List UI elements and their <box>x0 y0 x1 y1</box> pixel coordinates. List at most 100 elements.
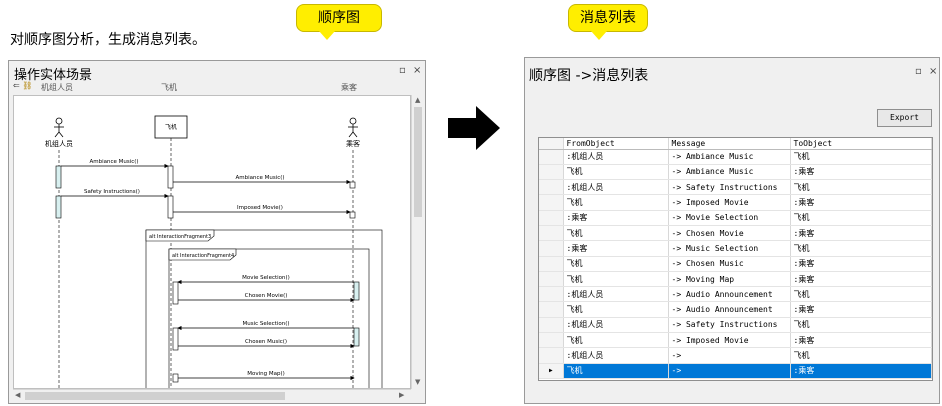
message-cell[interactable]: -> Safety Instructions <box>668 179 791 196</box>
to-cell[interactable]: :乘客 <box>790 225 932 242</box>
close-icon[interactable]: × <box>413 65 421 76</box>
from-cell[interactable]: :乘客 <box>563 240 669 257</box>
message-cell[interactable]: -> Moving Map <box>668 271 791 288</box>
table-row[interactable]: 飞机 -> Chosen Movie:乘客 <box>539 225 932 242</box>
from-cell[interactable]: 飞机 <box>563 194 669 211</box>
from-cell[interactable]: :机组人员 <box>563 149 669 165</box>
to-cell[interactable]: 飞机 <box>790 179 932 196</box>
message-9[interactable]: Moving Map() <box>178 371 355 381</box>
message-7[interactable]: Music Selection() <box>177 321 354 331</box>
scroll-down-icon[interactable]: ▼ <box>415 378 420 386</box>
to-cell[interactable]: :乘客 <box>790 194 932 211</box>
message-cell[interactable]: -> Movie Selection <box>668 210 791 226</box>
table-row[interactable]: 飞机 -> Moving Map:乘客 <box>539 271 932 288</box>
from-cell[interactable]: 飞机 <box>563 256 669 272</box>
to-cell[interactable]: :乘客 <box>790 363 932 379</box>
column-header-to[interactable]: ToObject <box>790 138 932 150</box>
message-4[interactable]: Imposed Movie() <box>173 205 351 215</box>
message-grid[interactable]: FromObject Message ToObject :机组人员 -> Ambi… <box>538 137 933 381</box>
message-cell[interactable]: -> Chosen Movie <box>668 225 791 242</box>
message-cell[interactable]: -> Audio Announcement <box>668 286 791 303</box>
to-cell[interactable]: 飞机 <box>790 149 932 165</box>
message-cell[interactable]: -> Ambiance Music <box>668 164 791 181</box>
row-indicator-icon[interactable]: ▶ <box>539 363 564 379</box>
message-cell[interactable]: -> Imposed Movie <box>668 332 791 349</box>
vertical-scroll-thumb[interactable] <box>414 107 422 217</box>
message-6[interactable]: Chosen Movie() <box>178 293 355 303</box>
row-header[interactable] <box>539 332 564 349</box>
row-header[interactable] <box>539 225 564 242</box>
row-header[interactable] <box>539 240 564 257</box>
row-header[interactable] <box>539 317 564 334</box>
table-row[interactable]: :乘客 -> Movie Selection 飞机 <box>539 210 932 226</box>
to-cell[interactable]: 飞机 <box>790 317 932 334</box>
row-header[interactable] <box>539 347 564 364</box>
table-row[interactable]: ▶ 飞机 ->:乘客 <box>539 363 932 379</box>
from-cell[interactable]: :乘客 <box>563 210 669 226</box>
diagram-canvas[interactable]: 机组人员 飞机 乘客 Ambiance Music() Ambiance Mus… <box>13 95 411 389</box>
table-row[interactable]: :乘客 -> Music Selection 飞机 <box>539 240 932 257</box>
message-cell[interactable]: -> Safety Instructions <box>668 317 791 334</box>
row-header[interactable] <box>539 256 564 272</box>
row-header[interactable] <box>539 210 564 226</box>
to-cell[interactable]: :乘客 <box>790 271 932 288</box>
from-cell[interactable]: :机组人员 <box>563 317 669 334</box>
from-cell[interactable]: :机组人员 <box>563 286 669 303</box>
filter-icon[interactable]: ⛓ <box>22 81 32 90</box>
message-cell[interactable]: -> Music Selection <box>668 240 791 257</box>
fragment-4[interactable]: alt InteractionFragment4 <box>168 248 370 389</box>
from-cell[interactable]: 飞机 <box>563 363 669 379</box>
column-header-message[interactable]: Message <box>668 138 791 150</box>
column-header-from[interactable]: FromObject <box>563 138 669 150</box>
table-row[interactable]: :机组人员 -> Ambiance Music 飞机 <box>539 149 932 165</box>
row-header[interactable] <box>539 286 564 303</box>
table-row[interactable]: 飞机 -> Chosen Music:乘客 <box>539 256 932 272</box>
table-row[interactable]: :机组人员 -> 飞机 <box>539 347 932 364</box>
message-8[interactable]: Chosen Music() <box>178 339 355 349</box>
row-header[interactable] <box>539 179 564 196</box>
from-cell[interactable]: 飞机 <box>563 164 669 181</box>
message-2[interactable]: Ambiance Music() <box>173 175 351 185</box>
from-cell[interactable]: 飞机 <box>563 271 669 288</box>
message-cell[interactable]: -> Chosen Music <box>668 256 791 272</box>
horizontal-scroll-thumb[interactable] <box>25 392 285 400</box>
actor-passenger[interactable]: 乘客 <box>346 117 360 148</box>
message-cell[interactable]: -> Ambiance Music <box>668 149 791 165</box>
scroll-up-icon[interactable]: ▲ <box>415 96 420 104</box>
message-cell[interactable]: -> Audio Announcement <box>668 301 791 318</box>
vertical-scrollbar[interactable]: ▲ ▼ <box>411 95 423 389</box>
actor-crew[interactable]: 机组人员 <box>45 117 73 148</box>
export-button[interactable]: Export <box>877 109 932 127</box>
to-cell[interactable]: :乘客 <box>790 256 932 272</box>
table-row[interactable]: 飞机 -> Audio Announcement:乘客 <box>539 301 932 318</box>
restore-icon[interactable]: ▫ <box>399 65 406 76</box>
table-row[interactable]: 飞机 -> Imposed Movie:乘客 <box>539 194 932 211</box>
message-cell[interactable]: -> <box>668 347 791 364</box>
message-3[interactable]: Safety Instructions() <box>61 189 169 199</box>
message-cell[interactable]: -> <box>668 363 791 379</box>
row-header[interactable] <box>539 301 564 318</box>
to-cell[interactable]: :乘客 <box>790 164 932 181</box>
to-cell[interactable]: :乘客 <box>790 332 932 349</box>
from-cell[interactable]: 飞机 <box>563 301 669 318</box>
horizontal-scrollbar[interactable]: ◀ ▶ <box>13 389 411 401</box>
to-cell[interactable]: 飞机 <box>790 240 932 257</box>
table-row[interactable]: :机组人员 -> Safety Instructions 飞机 <box>539 317 932 334</box>
to-cell[interactable]: :乘客 <box>790 301 932 318</box>
table-row[interactable]: 飞机 -> Ambiance Music:乘客 <box>539 164 932 181</box>
row-header[interactable] <box>539 271 564 288</box>
message-5[interactable]: Movie Selection() <box>177 275 354 285</box>
to-cell[interactable]: 飞机 <box>790 286 932 303</box>
table-row[interactable]: :机组人员 -> Audio Announcement 飞机 <box>539 286 932 303</box>
from-cell[interactable]: :机组人员 <box>563 347 669 364</box>
row-header[interactable] <box>539 194 564 211</box>
restore-icon[interactable]: ▫ <box>915 66 922 77</box>
to-cell[interactable]: 飞机 <box>790 347 932 364</box>
object-plane[interactable]: 飞机 <box>154 115 188 139</box>
from-cell[interactable]: 飞机 <box>563 332 669 349</box>
back-arrow-icon[interactable]: ⇐ <box>13 81 20 90</box>
scroll-right-icon[interactable]: ▶ <box>399 391 404 399</box>
message-1[interactable]: Ambiance Music() <box>61 159 169 169</box>
table-row[interactable]: 飞机 -> Imposed Movie:乘客 <box>539 332 932 349</box>
to-cell[interactable]: 飞机 <box>790 210 932 226</box>
